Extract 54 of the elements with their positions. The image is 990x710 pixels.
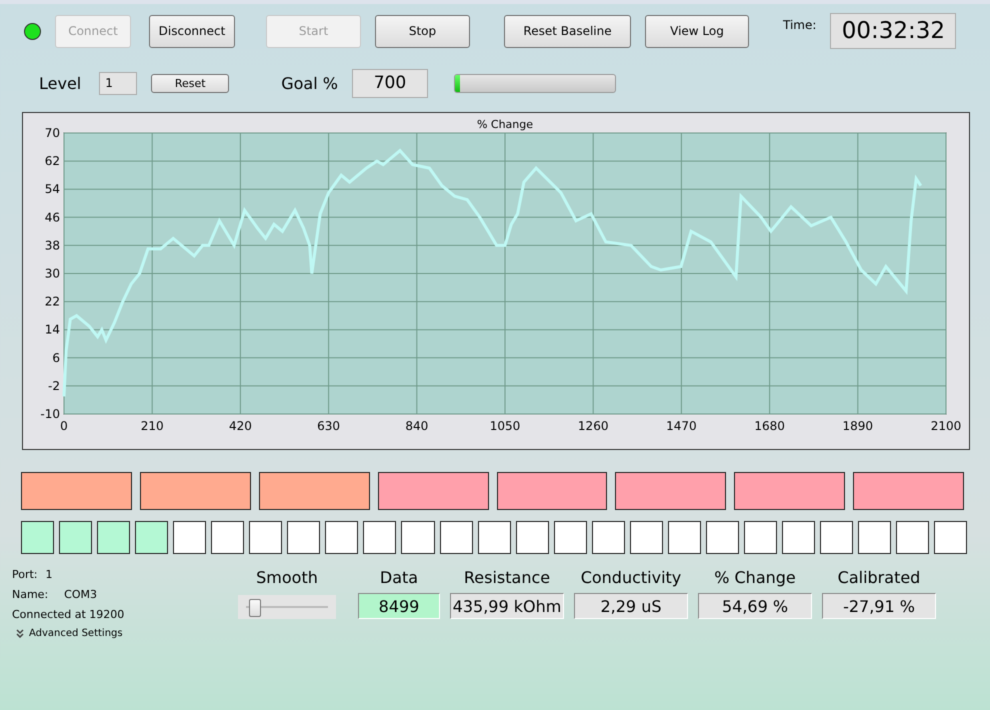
y-tick-label: 22 [44, 294, 60, 309]
advanced-settings-toggle[interactable]: Advanced Settings [12, 628, 123, 639]
readout-value: 8499 [358, 593, 440, 619]
y-tick-label: -10 [40, 407, 60, 421]
x-tick-label: 840 [405, 419, 428, 433]
y-tick-label: 46 [44, 210, 60, 224]
toolbar-button[interactable]: Stop [375, 14, 470, 48]
double-chevron-icon [16, 629, 24, 638]
x-tick-label: 1680 [754, 419, 785, 433]
x-tick-label: 2100 [930, 419, 962, 433]
toolbar-button[interactable]: Reset Baseline [504, 14, 631, 48]
readout-value: 2,29 uS [574, 593, 688, 619]
readout-label: Conductivity [580, 568, 682, 587]
x-tick-label: 1260 [578, 419, 608, 433]
goal-field[interactable]: 700 [352, 68, 428, 98]
goal-label: Goal % [281, 74, 338, 92]
readout-label: Resistance [464, 568, 550, 587]
reset-button[interactable]: Reset [151, 74, 230, 92]
readout-value: 54,69 % [698, 593, 812, 619]
readout-label: % Change [714, 568, 796, 587]
name-value: COM3 [64, 588, 97, 601]
x-tick-label: 1470 [666, 419, 697, 433]
toolbar-button[interactable]: Disconnect [149, 14, 235, 48]
y-tick-label: 30 [44, 266, 60, 280]
x-tick-label: 0 [60, 419, 68, 433]
readout-value: 435,99 kOhm [450, 593, 564, 619]
y-tick-label: 6 [52, 350, 60, 365]
chart-title: % Change [476, 118, 534, 131]
smooth-label: Smooth [256, 568, 318, 587]
y-tick-label: 70 [44, 126, 60, 140]
y-tick-label: 14 [44, 322, 60, 337]
name-label: Name: [12, 588, 48, 601]
x-tick-label: 1050 [490, 419, 520, 433]
port-value: 1 [46, 568, 53, 581]
x-tick-label: 420 [228, 419, 252, 433]
readout-value: -27,91 % [822, 593, 936, 619]
slider-thumb[interactable] [249, 599, 262, 617]
x-tick-label: 210 [140, 419, 164, 433]
y-tick-label: 62 [44, 154, 60, 168]
readout-label: Data [380, 568, 418, 587]
x-tick-label: 1890 [842, 419, 874, 433]
y-tick-label: 54 [44, 182, 60, 196]
connection-status: Connected at 19200 [12, 608, 126, 621]
port-label: Port: [12, 568, 38, 581]
level-field[interactable]: 1 [99, 72, 138, 94]
y-tick-label: 38 [44, 238, 60, 252]
x-tick-label: 630 [317, 419, 340, 433]
toolbar-button[interactable]: View Log [645, 14, 749, 48]
time-display: 00:32:32 [830, 13, 956, 49]
smooth-slider[interactable] [238, 595, 336, 619]
time-label: Time: [783, 18, 816, 32]
level-label: Level [39, 74, 82, 92]
readout-label: Calibrated [838, 568, 920, 587]
y-tick-label: -2 [48, 378, 60, 393]
